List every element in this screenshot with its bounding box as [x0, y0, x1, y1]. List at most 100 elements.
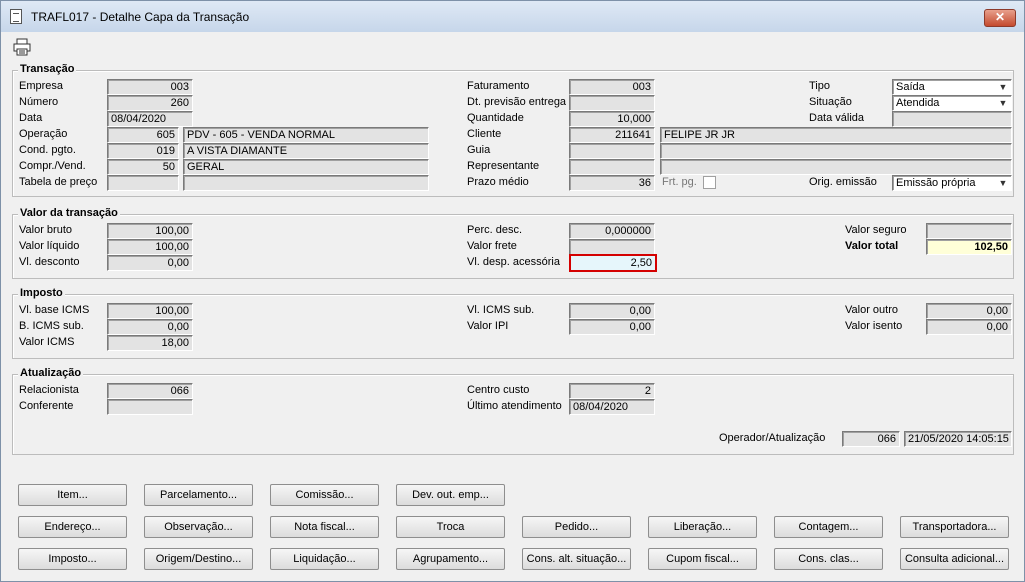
cond-pgto-desc-field[interactable]: A VISTA DIAMANTE: [183, 143, 429, 159]
numero-field[interactable]: 260: [107, 95, 193, 111]
data-label: Data: [19, 112, 43, 124]
transportadora-button[interactable]: Transportadora...: [900, 516, 1009, 538]
group-title-imposto: Imposto: [18, 287, 65, 299]
valor-outro-label: Valor outro: [845, 304, 898, 316]
chevron-down-icon[interactable]: ▼: [997, 177, 1009, 189]
group-title-atualizacao: Atualização: [18, 367, 84, 379]
vl-base-icms-field[interactable]: 100,00: [107, 303, 193, 319]
empresa-field[interactable]: 003: [107, 79, 193, 95]
cond-pgto-code-field[interactable]: 019: [107, 143, 179, 159]
dev-out-emp-button[interactable]: Dev. out. emp...: [396, 484, 505, 506]
numero-label: Número: [19, 96, 59, 108]
printer-icon[interactable]: [13, 38, 31, 56]
tipo-select[interactable]: Saída ▼: [892, 79, 1012, 95]
valor-icms-field[interactable]: 18,00: [107, 335, 193, 351]
quantidade-label: Quantidade: [467, 112, 524, 124]
valor-outro-field[interactable]: 0,00: [926, 303, 1012, 319]
liberacao-button[interactable]: Liberação...: [648, 516, 757, 538]
guia-desc-field[interactable]: [660, 143, 1012, 159]
data-field[interactable]: 08/04/2020: [107, 111, 193, 127]
ultimo-atendimento-label: Último atendimento: [467, 400, 562, 412]
guia-code-field[interactable]: [569, 143, 655, 159]
tipo-label: Tipo: [809, 80, 830, 92]
valor-ipi-field[interactable]: 0,00: [569, 319, 655, 335]
valor-total-field[interactable]: 102,50: [926, 239, 1012, 255]
cliente-code-field[interactable]: 211641: [569, 127, 655, 143]
vl-desp-acessoria-field[interactable]: 2,50: [569, 254, 657, 272]
agrupamento-button[interactable]: Agrupamento...: [396, 548, 505, 570]
cupom-fiscal-button[interactable]: Cupom fiscal...: [648, 548, 757, 570]
document-icon: [10, 9, 22, 24]
liquidacao-button[interactable]: Liquidação...: [270, 548, 379, 570]
relacionista-label: Relacionista: [19, 384, 79, 396]
ultimo-atendimento-field[interactable]: 08/04/2020: [569, 399, 655, 415]
prazo-medio-field[interactable]: 36: [569, 175, 655, 191]
nota-fiscal-button[interactable]: Nota fiscal...: [270, 516, 379, 538]
operacao-desc-field[interactable]: PDV - 605 - VENDA NORMAL: [183, 127, 429, 143]
centro-custo-field[interactable]: 2: [569, 383, 655, 399]
valor-frete-field[interactable]: [569, 239, 655, 255]
b-icms-sub-field[interactable]: 0,00: [107, 319, 193, 335]
orig-emissao-select[interactable]: Emissão própria ▼: [892, 175, 1012, 191]
perc-desc-label: Perc. desc.: [467, 224, 523, 236]
origem-destino-button[interactable]: Origem/Destino...: [144, 548, 253, 570]
valor-frete-label: Valor frete: [467, 240, 517, 252]
compr-vend-desc-field[interactable]: GERAL: [183, 159, 429, 175]
perc-desc-field[interactable]: 0,000000: [569, 223, 655, 239]
relacionista-field[interactable]: 066: [107, 383, 193, 399]
cliente-nome-field[interactable]: FELIPE JR JR: [660, 127, 1012, 143]
consulta-adicional-button[interactable]: Consulta adicional...: [900, 548, 1009, 570]
title-bar: TRAFL017 - Detalhe Capa da Transação ✕: [1, 1, 1024, 32]
vl-desconto-label: Vl. desconto: [19, 256, 80, 268]
close-button[interactable]: ✕: [984, 9, 1016, 27]
operador-data-field[interactable]: 21/05/2020 14:05:15: [904, 431, 1012, 447]
representante-desc-field[interactable]: [660, 159, 1012, 175]
faturamento-field[interactable]: 003: [569, 79, 655, 95]
pedido-button[interactable]: Pedido...: [522, 516, 631, 538]
cond-pgto-label: Cond. pgto.: [19, 144, 76, 156]
frt-pg-checkbox[interactable]: [703, 176, 716, 189]
valor-isento-field[interactable]: 0,00: [926, 319, 1012, 335]
cons-clas-button[interactable]: Cons. clas...: [774, 548, 883, 570]
vl-desconto-field[interactable]: 0,00: [107, 255, 193, 271]
valor-liquido-field[interactable]: 100,00: [107, 239, 193, 255]
chevron-down-icon[interactable]: ▼: [997, 97, 1009, 109]
group-title-valor: Valor da transação: [18, 207, 120, 219]
representante-code-field[interactable]: [569, 159, 655, 175]
valor-liquido-label: Valor líquido: [19, 240, 80, 252]
item-button[interactable]: Item...: [18, 484, 127, 506]
frt-pg-label: Frt. pg.: [662, 176, 697, 188]
valor-seguro-field[interactable]: [926, 223, 1012, 239]
imposto-button[interactable]: Imposto...: [18, 548, 127, 570]
chevron-down-icon[interactable]: ▼: [997, 81, 1009, 93]
valor-seguro-label: Valor seguro: [845, 224, 907, 236]
operacao-code-field[interactable]: 605: [107, 127, 179, 143]
quantidade-field[interactable]: 10,000: [569, 111, 655, 127]
data-valida-field[interactable]: [892, 111, 1012, 127]
prazo-medio-label: Prazo médio: [467, 176, 529, 188]
troca-button[interactable]: Troca: [396, 516, 505, 538]
vl-icms-sub-field[interactable]: 0,00: [569, 303, 655, 319]
cons-alt-situacao-button[interactable]: Cons. alt. situação...: [522, 548, 631, 570]
valor-bruto-field[interactable]: 100,00: [107, 223, 193, 239]
vl-icms-sub-label: Vl. ICMS sub.: [467, 304, 535, 316]
dt-previsao-label: Dt. previsão entrega: [467, 96, 567, 108]
conferente-field[interactable]: [107, 399, 193, 415]
conferente-label: Conferente: [19, 400, 74, 412]
client-area: Transação Empresa 003 Número 260 Data 08…: [9, 32, 1024, 581]
dt-previsao-field[interactable]: [569, 95, 655, 111]
comissao-button[interactable]: Comissão...: [270, 484, 379, 506]
tabela-preco-desc-field[interactable]: [183, 175, 429, 191]
contagem-button[interactable]: Contagem...: [774, 516, 883, 538]
situacao-select[interactable]: Atendida ▼: [892, 95, 1012, 111]
data-valida-label: Data válida: [809, 112, 865, 124]
situacao-value: Atendida: [896, 97, 940, 109]
observacao-button[interactable]: Observação...: [144, 516, 253, 538]
compr-vend-code-field[interactable]: 50: [107, 159, 179, 175]
parcelamento-button[interactable]: Parcelamento...: [144, 484, 253, 506]
tabela-preco-code-field[interactable]: [107, 175, 179, 191]
endereco-button[interactable]: Endereço...: [18, 516, 127, 538]
operador-field[interactable]: 066: [842, 431, 900, 447]
situacao-label: Situação: [809, 96, 852, 108]
cliente-label: Cliente: [467, 128, 502, 140]
